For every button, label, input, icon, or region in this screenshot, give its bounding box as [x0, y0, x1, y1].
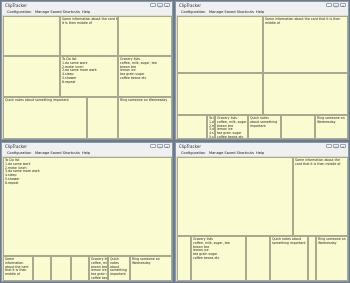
note-todo[interactable]: To Do list 1.do some work 2.make lunch 3… — [60, 56, 118, 97]
note-info[interactable]: Some information about the card that it … — [60, 16, 118, 56]
note-blank[interactable] — [33, 256, 51, 281]
window-title: ClipTracker — [179, 3, 201, 8]
note-ring[interactable]: Ring someone on Wednesday — [118, 97, 172, 139]
note-blank[interactable] — [177, 236, 191, 281]
maximize-button[interactable]: □ — [157, 144, 163, 149]
window-title: ClipTracker — [5, 144, 27, 149]
window-title: ClipTracker — [5, 3, 27, 8]
window-bottom-right: ClipTracker – □ × Configuration Manage S… — [175, 142, 349, 282]
minimize-button[interactable]: – — [326, 144, 332, 149]
note-info[interactable]: Some information about the card that it … — [263, 16, 348, 73]
note-blank[interactable] — [51, 256, 71, 281]
note-quick[interactable]: Quick notes about something important — [108, 256, 130, 281]
maximize-button[interactable]: □ — [157, 3, 163, 8]
note-blank[interactable] — [3, 56, 60, 97]
maximize-button[interactable]: □ — [333, 3, 339, 8]
note-blank[interactable] — [3, 16, 60, 56]
note-blank[interactable] — [177, 73, 263, 115]
note-ring[interactable]: Ring someone on Wednesday — [130, 256, 172, 281]
close-button[interactable]: × — [340, 144, 346, 149]
note-quick[interactable]: Quick notes about something important — [3, 97, 87, 139]
window-title: ClipTracker — [179, 144, 201, 149]
note-blank[interactable] — [87, 97, 118, 139]
note-info[interactable]: Some information about the card that it … — [293, 157, 348, 236]
note-quick[interactable]: Quick notes about something important — [248, 115, 281, 139]
note-blank[interactable] — [263, 73, 348, 115]
minimize-button[interactable]: – — [150, 144, 156, 149]
note-todo[interactable]: To Do list 1.do some work 2.make lunch 3… — [3, 157, 172, 256]
note-quick[interactable]: Quick notes about something important — [270, 236, 308, 281]
note-todo[interactable]: To Do list 1.do some work 2.make lunch 3… — [207, 115, 215, 139]
note-grocery[interactable]: Grocery lists coffee, milk, sugar, tea b… — [191, 236, 246, 281]
note-blank[interactable] — [177, 115, 207, 139]
window-bottom-left: ClipTracker – □ × Configuration Manage S… — [1, 142, 173, 282]
note-ring[interactable]: Ring someone on Wednesday — [316, 236, 348, 281]
notes-area: To Do list 1.do some work 2.make lunch 3… — [2, 156, 172, 281]
notes-area: Some information about the card that it … — [176, 156, 348, 281]
note-grocery[interactable]: Grocery lists coffee, milk, sugar, tea b… — [215, 115, 248, 139]
note-blank[interactable] — [177, 16, 263, 73]
note-blank[interactable] — [246, 236, 270, 281]
close-button[interactable]: × — [164, 3, 170, 8]
note-info[interactable]: Some information about the card that it … — [3, 256, 33, 281]
notes-area: Some information about the card that it … — [176, 15, 348, 139]
window-top-right: ClipTracker – □ × Configuration Manage S… — [175, 1, 349, 140]
window-top-left: ClipTracker – □ × Configuration Manage S… — [1, 1, 173, 140]
note-blank[interactable] — [177, 157, 293, 236]
note-blank[interactable] — [281, 115, 315, 139]
close-button[interactable]: × — [340, 3, 346, 8]
note-grocery[interactable]: Grocery lists coffee, milk, sugar, tea b… — [89, 256, 108, 281]
note-ring[interactable]: Ring someone on Wednesday — [315, 115, 348, 139]
note-blank[interactable] — [308, 236, 316, 281]
note-blank[interactable] — [71, 256, 89, 281]
note-grocery[interactable]: Grocery lists coffee, milk, sugar, tea b… — [118, 56, 172, 97]
close-button[interactable]: × — [164, 144, 170, 149]
minimize-button[interactable]: – — [150, 3, 156, 8]
notes-area: Some information about the card that it … — [2, 15, 172, 139]
note-blank[interactable] — [118, 16, 172, 56]
minimize-button[interactable]: – — [326, 3, 332, 8]
maximize-button[interactable]: □ — [333, 144, 339, 149]
